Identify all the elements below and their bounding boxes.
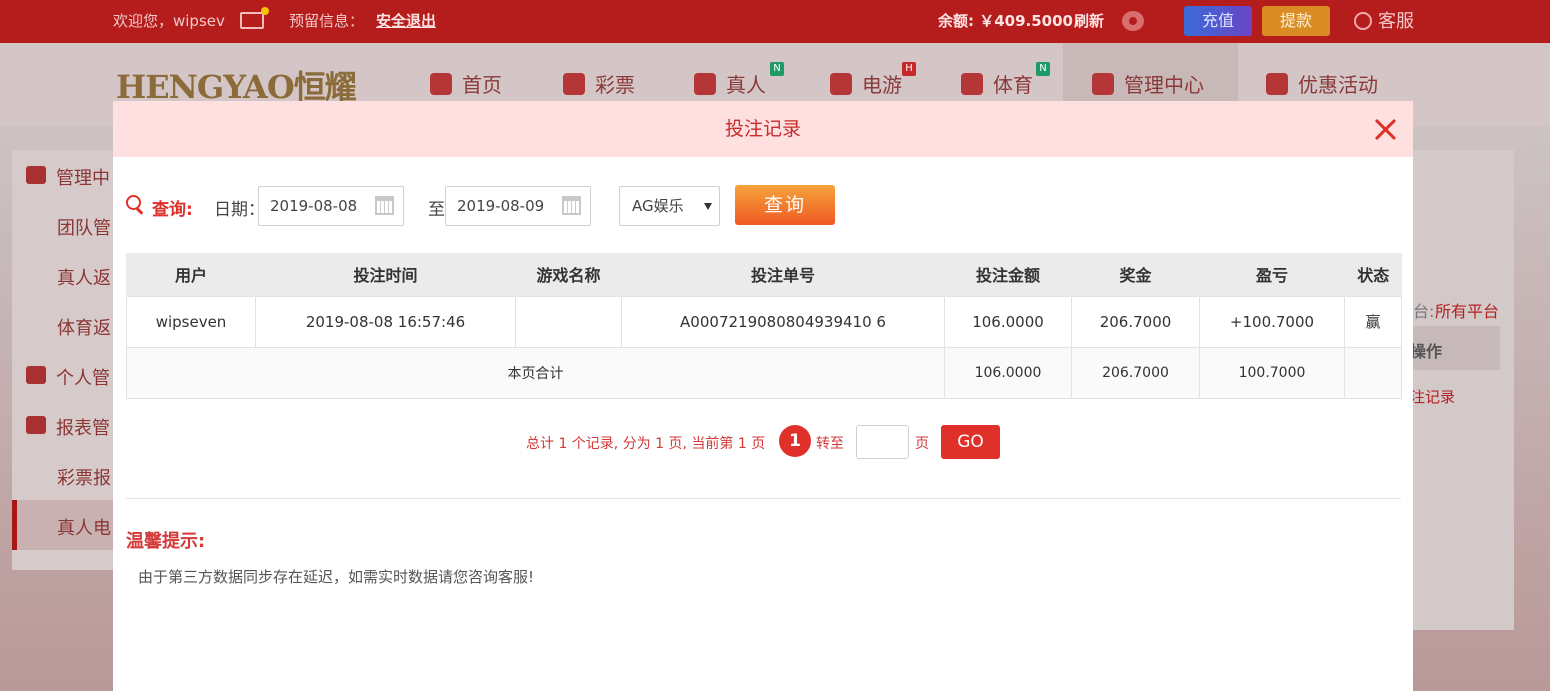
hot-badge: H (902, 62, 916, 76)
column-header: 状态 (1344, 253, 1402, 296)
table-row: wipseven 2019-08-08 16:57:46 A0007219080… (126, 295, 1402, 348)
goto-label: 转至 (816, 436, 844, 452)
cell-order: A0007219080804939410 6 (621, 295, 945, 348)
summary-bonus: 206.7000 (1071, 346, 1200, 399)
trophy-icon (961, 73, 983, 95)
bet-record-link[interactable]: 注记录 (1410, 386, 1455, 407)
column-header: 投注单号 (621, 253, 945, 296)
cell-bonus: 206.7000 (1071, 295, 1200, 348)
cell-amount: 106.0000 (944, 295, 1072, 348)
sidebar-item-team[interactable]: 团队管 (57, 214, 111, 240)
sidebar-item-live-slots-report[interactable]: 真人电 (57, 514, 111, 540)
modal-header: 投注记录 (113, 101, 1413, 157)
page-unit-label: 页 (915, 436, 929, 452)
cell-time: 2019-08-08 16:57:46 (255, 295, 516, 348)
bet-records-table: 用户 投注时间 游戏名称 投注单号 投注金额 奖金 盈亏 状态 wipseven… (126, 253, 1402, 399)
gift-icon (1266, 73, 1288, 95)
cell-game (515, 295, 622, 348)
calendar-icon[interactable] (562, 196, 581, 215)
sidebar-item-live-rebate[interactable]: 真人返 (57, 264, 111, 290)
reserved-info-label: 预留信息： (289, 12, 365, 30)
headset-icon (1354, 12, 1372, 30)
column-header: 用户 (126, 253, 256, 296)
logout-link[interactable]: 安全退出 (376, 0, 436, 43)
sidebar-item-lottery-report[interactable]: 彩票报 (57, 464, 111, 490)
welcome-text: 欢迎您，wipsev (113, 12, 225, 30)
balance-text: 余额: ￥409.5000 (938, 12, 1073, 30)
withdraw-button[interactable]: 提款 (1262, 6, 1330, 36)
search-icon (126, 195, 144, 213)
sidebar-item-reports[interactable]: 报表管 (56, 414, 110, 440)
platform-select[interactable]: AG娱乐 (619, 186, 720, 226)
dealer-icon (694, 73, 716, 95)
sidebar-item-personal[interactable]: 个人管 (56, 364, 110, 390)
table-header-row: 用户 投注时间 游戏名称 投注单号 投注金额 奖金 盈亏 状态 (126, 253, 1402, 296)
sidebar-active-bar (12, 500, 17, 550)
report-icon (26, 416, 46, 434)
query-label: 查询: (152, 200, 193, 220)
cell-user: wipseven (126, 295, 256, 348)
divider (126, 498, 1401, 499)
customer-service-link[interactable]: 客服 (1378, 0, 1414, 43)
query-button[interactable]: 查询 (735, 185, 835, 225)
summary-profit: 100.7000 (1199, 346, 1345, 399)
modal-title: 投注记录 (724, 118, 801, 140)
pagination-summary: 总计 1 个记录, 分为 1 页, 当前第 1 页 (526, 436, 766, 452)
page-number-input[interactable] (856, 425, 909, 459)
sidebar-item-sports-rebate[interactable]: 体育返 (57, 314, 111, 340)
column-header: 投注时间 (255, 253, 516, 296)
tip-text: 由于第三方数据同步存在延迟，如需实时数据请您咨询客服! (138, 568, 535, 586)
mail-icon[interactable] (240, 7, 269, 29)
nav-item-sports[interactable]: 体育 N (961, 62, 1050, 100)
summary-status (1344, 346, 1402, 399)
nav-item-home[interactable]: 首页 (430, 70, 502, 100)
summary-label: 本页合计 (126, 346, 945, 399)
home-icon (430, 73, 452, 95)
nav-item-lottery[interactable]: 彩票 (563, 70, 635, 100)
date-to-input[interactable]: 2019-08-09 (445, 186, 591, 226)
charge-button[interactable]: 充值 (1184, 6, 1252, 36)
bet-record-modal: 投注记录 查询: 日期： 2019-08-08 至 2019-08-09 AG娱… (113, 101, 1413, 691)
pagination: 总计 1 个记录, 分为 1 页, 当前第 1 页 1 转至 页 GO (526, 425, 1026, 459)
column-header: 游戏名称 (515, 253, 622, 296)
new-badge: N (770, 62, 784, 76)
top-bar: 欢迎您，wipsev 预留信息： 安全退出 余额: ￥409.5000 刷新 充… (0, 0, 1550, 43)
cell-status: 赢 (1344, 295, 1402, 348)
caret-down-icon (704, 203, 712, 210)
query-form: 查询: 日期： 2019-08-08 至 2019-08-09 AG娱乐 查询 (126, 185, 926, 226)
summary-amount: 106.0000 (944, 346, 1072, 399)
user-icon (26, 366, 46, 384)
users-icon (26, 166, 46, 184)
close-icon[interactable] (1373, 117, 1397, 141)
nav-item-promotions[interactable]: 优惠活动 (1266, 70, 1378, 100)
column-header: 投注金额 (944, 253, 1072, 296)
tip-title: 温馨提示: (126, 531, 206, 552)
column-header: 盈亏 (1199, 253, 1345, 296)
current-page-indicator[interactable]: 1 (779, 425, 811, 457)
summary-row: 本页合计 106.0000 206.7000 100.7000 (126, 346, 1402, 399)
nav-item-live[interactable]: 真人 N (694, 62, 784, 100)
slot-machine-icon (830, 73, 852, 95)
nav-item-management[interactable]: 管理中心 (1092, 70, 1204, 100)
new-badge: N (1036, 62, 1050, 76)
date-from-input[interactable]: 2019-08-08 (258, 186, 404, 226)
platform-label: 台: (1413, 302, 1435, 321)
column-header-action: 操作 (1410, 342, 1443, 361)
refresh-link[interactable]: 刷新 (1074, 0, 1104, 43)
sidebar-item-management[interactable]: 管理中 (56, 164, 110, 190)
column-header: 奖金 (1071, 253, 1200, 296)
cell-profit: +100.7000 (1199, 295, 1345, 348)
users-icon (1092, 73, 1114, 95)
calendar-icon[interactable] (375, 196, 394, 215)
eye-icon[interactable] (1122, 11, 1144, 31)
ticket-icon (563, 73, 585, 95)
to-label: 至 (428, 200, 445, 220)
nav-item-slots[interactable]: 电游 H (830, 62, 916, 100)
platform-filter-value[interactable]: 所有平台 (1435, 298, 1499, 322)
go-button[interactable]: GO (941, 425, 1000, 459)
